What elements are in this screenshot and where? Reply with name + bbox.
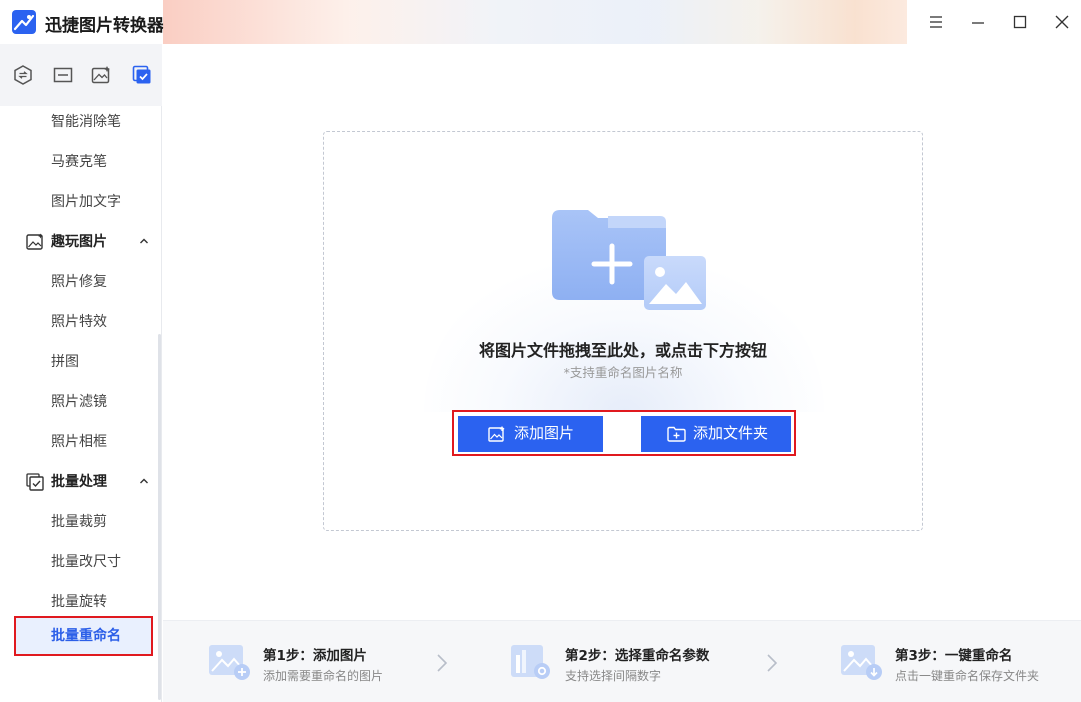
close-icon <box>1055 15 1069 29</box>
main-panel: 将图片文件拖拽至此处，或点击下方按钮 *支持重命名图片名称 添加图片 添加文件夹… <box>163 44 1081 702</box>
batch-check-icon[interactable] <box>131 64 153 86</box>
minimize-button[interactable] <box>919 6 953 38</box>
step-3-desc: 点击一键重命名保存文件夹 <box>895 669 1040 683</box>
add-image-icon <box>488 426 505 442</box>
minimize-icon <box>930 16 942 28</box>
sidebar-item-photo-repair[interactable]: 照片修复 <box>0 262 160 302</box>
title-bar: 迅捷图片转换器 <box>0 0 1081 44</box>
sidebar-item-add-text[interactable]: 图片加文字 <box>0 182 160 222</box>
sidebar-item-photo-effects[interactable]: 照片特效 <box>0 302 160 342</box>
sidebar-item-smart-eraser[interactable]: 智能消除笔 <box>0 102 160 142</box>
batch-process-icon <box>26 473 44 491</box>
sidebar-toolbar <box>0 44 162 106</box>
step-2-title: 第2步：选择重命名参数 <box>565 648 710 664</box>
add-buttons-group: 添加图片 添加文件夹 <box>452 410 796 456</box>
step-2-desc: 支持选择间隔数字 <box>565 669 662 683</box>
folder-add-image-icon <box>552 210 706 310</box>
drop-zone-hint: 将图片文件拖拽至此处，或点击下方按钮 <box>478 341 767 360</box>
maximize-button[interactable] <box>1003 6 1037 38</box>
step-1-title: 第1步：添加图片 <box>263 648 367 664</box>
sidebar: 智能消除笔 马赛克笔 图片加文字 趣玩图片 照片修复 照片特效 拼图 照片滤镜 … <box>0 44 162 702</box>
sidebar-item-collage[interactable]: 拼图 <box>0 342 160 382</box>
sidebar-group-fun[interactable]: 趣玩图片 <box>0 222 160 262</box>
sidebar-item-photo-filter[interactable]: 照片滤镜 <box>0 382 160 422</box>
crop-icon[interactable] <box>52 64 74 86</box>
app-title: 迅捷图片转换器 <box>45 16 164 36</box>
fun-image-icon <box>26 233 43 250</box>
chevron-up-icon <box>140 478 148 484</box>
convert-icon[interactable] <box>12 64 34 86</box>
restore-button[interactable] <box>961 6 995 38</box>
sidebar-item-batch-resize[interactable]: 批量改尺寸 <box>0 542 160 582</box>
image-edit-icon[interactable] <box>90 64 112 86</box>
sidebar-group-batch[interactable]: 批量处理 <box>0 462 160 502</box>
step-save-icon <box>841 645 882 680</box>
sidebar-item-batch-rename-label: 批量重命名 <box>51 628 121 644</box>
step-1-desc: 添加需要重命名的图片 <box>263 669 384 683</box>
app-logo-icon <box>12 10 36 34</box>
close-button[interactable] <box>1045 6 1079 38</box>
step-add-image-icon <box>209 645 250 680</box>
add-image-button[interactable]: 添加图片 <box>458 416 603 452</box>
maximize-icon <box>1013 15 1027 29</box>
minimize-dash-icon <box>972 22 984 24</box>
chevron-right-icon <box>437 654 448 672</box>
steps-bar: 第1步：添加图片 添加需要重命名的图片 第2步：选择重命名参数 支持选择间隔数字 <box>163 620 1081 702</box>
add-folder-label: 添加文件夹 <box>693 425 769 442</box>
add-image-label: 添加图片 <box>514 425 575 442</box>
step-3-title: 第3步：一键重命名 <box>895 648 1013 664</box>
sidebar-item-batch-crop[interactable]: 批量裁剪 <box>0 502 160 542</box>
app-window: 迅捷图片转换器 智能消除笔 马赛克笔 图片加文字 趣玩图片 照片修复 照片特效 … <box>0 0 1081 702</box>
add-folder-button[interactable]: 添加文件夹 <box>641 416 791 452</box>
drop-zone-subhint: *支持重命名图片名称 <box>563 365 683 380</box>
sidebar-item-mosaic[interactable]: 马赛克笔 <box>0 142 160 182</box>
sidebar-group-batch-label: 批量处理 <box>51 474 107 490</box>
promo-banner[interactable] <box>163 0 907 44</box>
chevron-up-icon <box>140 238 148 244</box>
add-folder-icon <box>667 426 686 442</box>
step-settings-icon <box>511 645 550 679</box>
sidebar-item-batch-rename[interactable]: 批量重命名 <box>14 616 153 656</box>
sidebar-scrollbar[interactable] <box>158 334 161 700</box>
chevron-right-icon <box>767 654 778 672</box>
sidebar-group-fun-label: 趣玩图片 <box>51 234 107 250</box>
drop-zone[interactable]: 将图片文件拖拽至此处，或点击下方按钮 *支持重命名图片名称 <box>323 131 923 531</box>
sidebar-item-photo-frame[interactable]: 照片相框 <box>0 422 160 462</box>
